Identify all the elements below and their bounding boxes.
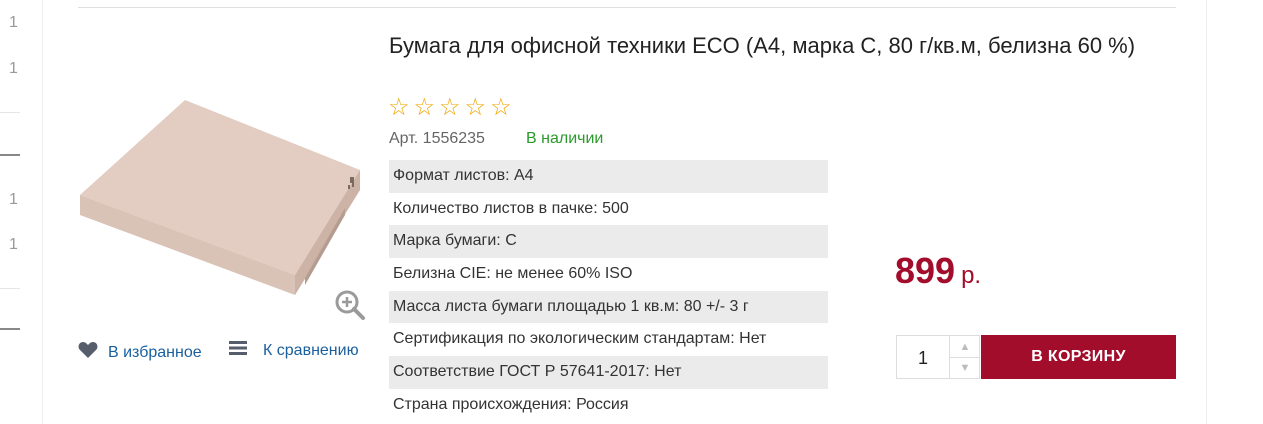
product-image[interactable] [70, 95, 370, 295]
add-to-favorites-link[interactable]: В избранное [78, 341, 202, 364]
list-icon [229, 341, 247, 360]
left-rail: 1 1 1 1 [0, 0, 43, 424]
quantity-input[interactable]: 1 [897, 336, 949, 378]
rail-number: 1 [9, 236, 18, 253]
decrement-icon[interactable]: ▼ [949, 357, 980, 378]
zoom-icon[interactable] [334, 289, 366, 321]
add-to-compare-link[interactable]: К сравнению [229, 341, 359, 360]
star-outline-icon[interactable]: ☆ [490, 96, 512, 120]
product-price: 899 р. [895, 250, 981, 292]
dash-mark [0, 154, 20, 156]
dash-mark [0, 328, 20, 330]
spec-row: Марка бумаги: С [389, 225, 828, 259]
rating-stars[interactable]: ☆ ☆ ☆ ☆ ☆ [388, 96, 512, 120]
price-value: 899 [895, 250, 956, 291]
star-outline-icon[interactable]: ☆ [388, 96, 410, 120]
product-title[interactable]: Бумага для офисной техники ECO (А4, марк… [389, 31, 1179, 60]
spec-row: Соответствие ГОСТ Р 57641-2017: Нет [389, 356, 828, 389]
increment-icon[interactable]: ▲ [949, 336, 980, 358]
article-number: Арт. 1556235 [389, 130, 485, 147]
star-outline-icon[interactable]: ☆ [465, 96, 487, 120]
specs-table: Формат листов: А4 Количество листов в па… [389, 160, 828, 422]
spec-row: Белизна CIE: не менее 60% ISO [393, 265, 633, 283]
rail-number: 1 [9, 60, 18, 77]
star-outline-icon[interactable]: ☆ [414, 96, 436, 120]
spec-row: Сертификация по экологическим стандартам… [393, 330, 767, 348]
compare-label: К сравнению [263, 341, 359, 359]
divider [0, 112, 20, 113]
spec-row: Масса листа бумаги площадью 1 кв.м: 80 +… [389, 290, 828, 324]
spec-row: Формат листов: А4 [389, 160, 828, 193]
rail-number: 1 [9, 191, 18, 208]
divider [1206, 0, 1207, 424]
divider [78, 7, 1176, 8]
spec-row: Количество листов в пачке: 500 [393, 199, 629, 217]
divider [0, 288, 20, 289]
availability-status: В наличии [526, 130, 604, 147]
quantity-stepper[interactable]: 1 ▲ ▼ [896, 335, 980, 379]
paper-box-image [80, 100, 360, 295]
price-currency: р. [961, 262, 982, 289]
star-outline-icon[interactable]: ☆ [439, 96, 461, 120]
add-to-cart-button[interactable]: В КОРЗИНУ [981, 335, 1176, 379]
rail-number: 1 [9, 14, 18, 31]
favorites-label: В избранное [108, 343, 202, 361]
heart-icon [78, 341, 98, 364]
spec-row: Страна происхождения: Россия [393, 395, 629, 413]
